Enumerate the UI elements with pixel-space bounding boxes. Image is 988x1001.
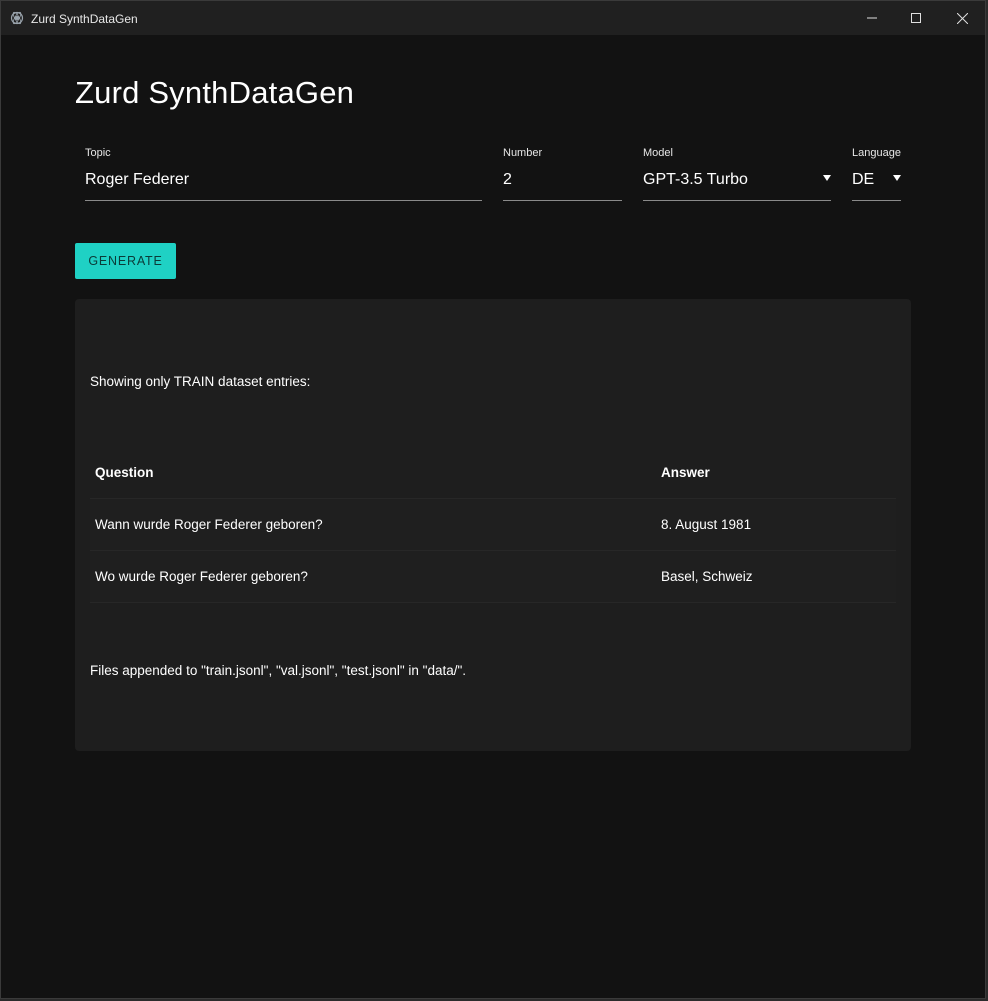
column-header-question: Question (95, 465, 154, 480)
close-button[interactable] (939, 1, 985, 35)
language-label: Language (852, 147, 901, 159)
minimize-button[interactable] (849, 1, 895, 35)
results-panel: Showing only TRAIN dataset entries: Ques… (75, 299, 911, 751)
results-table: Question Answer Wann wurde Roger Federer… (90, 447, 896, 603)
model-select[interactable]: Model GPT-3.5 Turbo (643, 141, 831, 201)
topic-input[interactable]: Roger Federer (85, 171, 189, 189)
table-header-row: Question Answer (90, 447, 896, 499)
table-row: Wo wurde Roger Federer geboren? Basel, S… (90, 551, 896, 603)
question-cell: Wo wurde Roger Federer geboren? (95, 569, 308, 584)
answer-cell: 8. August 1981 (661, 517, 752, 532)
dropdown-arrow-icon[interactable] (893, 175, 901, 181)
app-logo-icon (10, 11, 24, 25)
column-header-answer: Answer (661, 465, 710, 480)
language-underline (852, 200, 901, 201)
table-row: Wann wurde Roger Federer geboren? 8. Aug… (90, 499, 896, 551)
page-title: Zurd SynthDataGen (75, 75, 355, 110)
close-icon (956, 12, 968, 24)
maximize-button[interactable] (893, 1, 939, 35)
model-underline (643, 200, 831, 201)
question-cell: Wann wurde Roger Federer geboren? (95, 517, 323, 532)
number-underline (503, 200, 622, 201)
language-select[interactable]: Language DE (852, 141, 901, 201)
title-bar[interactable]: Zurd SynthDataGen (1, 1, 985, 35)
language-value[interactable]: DE (852, 171, 874, 189)
minimize-icon (867, 13, 877, 23)
files-appended-note: Files appended to "train.jsonl", "val.js… (90, 663, 467, 678)
dropdown-arrow-icon[interactable] (823, 175, 831, 181)
number-input[interactable]: 2 (503, 171, 512, 189)
answer-cell: Basel, Schweiz (661, 569, 753, 584)
number-label: Number (503, 147, 543, 159)
generate-button[interactable]: GENERATE (75, 243, 176, 279)
number-field[interactable]: Number 2 (503, 141, 622, 201)
results-info-text: Showing only TRAIN dataset entries: (90, 374, 311, 389)
model-value[interactable]: GPT-3.5 Turbo (643, 171, 748, 189)
model-label: Model (643, 147, 673, 159)
topic-label: Topic (85, 147, 111, 159)
topic-underline (85, 200, 482, 201)
maximize-icon (911, 13, 921, 23)
window-title: Zurd SynthDataGen (31, 12, 138, 26)
app-window: Zurd SynthDataGen Zurd SynthDataGen Topi… (0, 0, 986, 999)
topic-field[interactable]: Topic Roger Federer (85, 141, 482, 201)
